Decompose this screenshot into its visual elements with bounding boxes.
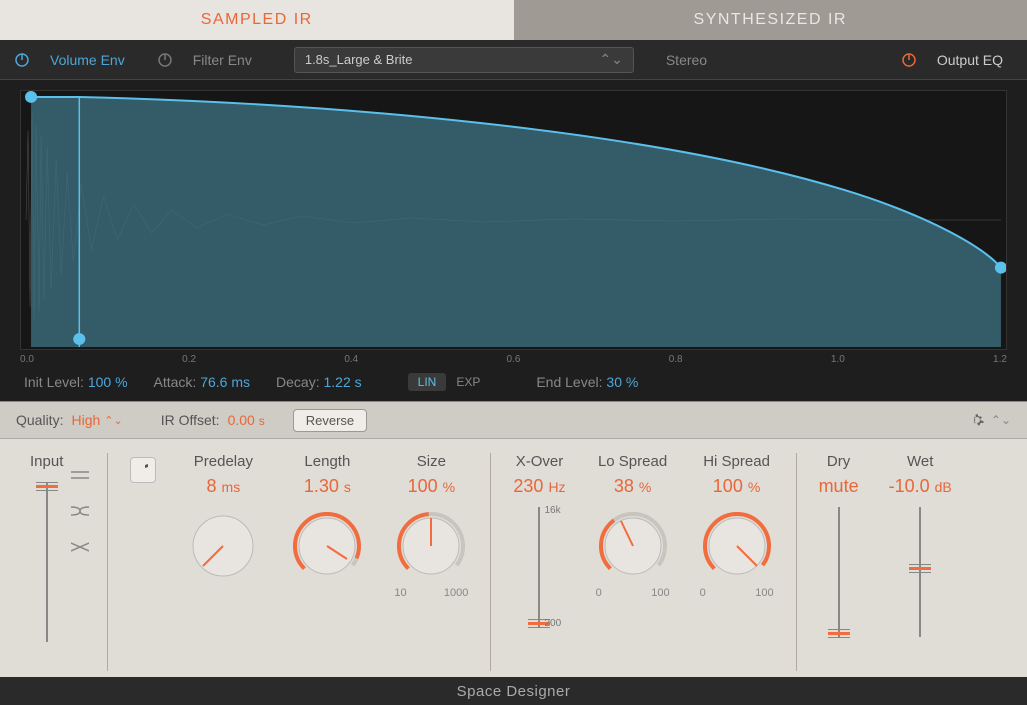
toolbar: Volume Env Filter Env 1.8s_Large & Brite… <box>0 40 1027 80</box>
dry-slider[interactable] <box>824 507 854 637</box>
input-slider[interactable] <box>32 482 62 642</box>
lospread-title: Lo Spread <box>598 453 667 470</box>
quality-select[interactable]: High⌃⌄ <box>71 412 122 428</box>
wet-title: Wet <box>907 453 933 470</box>
gear-icon <box>969 412 985 428</box>
output-eq-power-icon[interactable] <box>901 52 917 68</box>
settings-menu[interactable]: ⌃⌄ <box>969 412 1011 428</box>
ir-offset-label: IR Offset: <box>161 412 220 428</box>
predelay-knob[interactable] <box>186 509 260 583</box>
envelope-params: Init Level: 100 % Attack: 76.6 ms Decay:… <box>20 367 1007 395</box>
tab-sampled-ir[interactable]: SAMPLED IR <box>0 0 514 40</box>
tab-synthesized-ir[interactable]: SYNTHESIZED IR <box>514 0 1027 40</box>
xover-slider[interactable]: 16k 200 <box>524 507 554 627</box>
volume-env-power-icon[interactable] <box>14 52 30 68</box>
length-value[interactable]: 1.30 s <box>304 476 351 497</box>
envelope-graph[interactable] <box>20 90 1007 350</box>
cross-mode-icon[interactable] <box>71 541 89 553</box>
size-knob[interactable] <box>394 509 468 583</box>
ir-offset-value[interactable]: 0.00 s <box>228 412 265 428</box>
note-icon <box>137 463 149 477</box>
predelay-value[interactable]: 8 ms <box>207 476 241 497</box>
dry-value[interactable]: mute <box>819 476 859 497</box>
length-title: Length <box>304 453 350 470</box>
time-ruler: 0.00.20.40.60.81.01.2 <box>20 350 1007 367</box>
preset-select[interactable]: 1.8s_Large & Brite ⌃⌄ <box>294 47 634 73</box>
preset-value: 1.8s_Large & Brite <box>305 52 413 67</box>
xover-value[interactable]: 230 Hz <box>513 476 565 497</box>
wet-slider[interactable] <box>905 507 935 637</box>
chevron-down-icon: ⌃⌄ <box>991 413 1011 427</box>
lospread-value[interactable]: 38 % <box>614 476 652 497</box>
mid-bar: Quality: High⌃⌄ IR Offset: 0.00 s Revers… <box>0 401 1027 439</box>
hispread-title: Hi Spread <box>703 453 770 470</box>
hispread-knob[interactable] <box>700 509 774 583</box>
filter-env-power-icon[interactable] <box>157 52 173 68</box>
hispread-value[interactable]: 100 % <box>713 476 761 497</box>
stereo-label[interactable]: Stereo <box>656 48 717 72</box>
size-value[interactable]: 100 % <box>408 476 456 497</box>
attack-value[interactable]: 76.6 ms <box>200 374 250 390</box>
stereo-mode-icon[interactable] <box>71 469 89 481</box>
decay-value[interactable]: 1.22 s <box>324 374 362 390</box>
predelay-title: Predelay <box>194 453 253 470</box>
chevron-down-icon: ⌃⌄ <box>599 51 622 68</box>
reverse-button[interactable]: Reverse <box>293 409 367 432</box>
filter-env-button[interactable]: Filter Env <box>183 48 262 72</box>
end-level-value[interactable]: 30 % <box>606 374 638 390</box>
lin-button[interactable]: LIN <box>408 373 447 391</box>
xover-title: X-Over <box>516 453 564 470</box>
length-knob[interactable] <box>290 509 364 583</box>
init-level-value[interactable]: 100 % <box>88 374 128 390</box>
plugin-title: Space Designer <box>0 677 1027 705</box>
volume-env-button[interactable]: Volume Env <box>40 48 135 72</box>
output-eq-button[interactable]: Output EQ <box>927 48 1013 72</box>
tempo-sync-button[interactable] <box>130 457 156 483</box>
exp-button[interactable]: EXP <box>446 373 490 391</box>
lospread-knob[interactable] <box>596 509 670 583</box>
merge-mode-icon[interactable] <box>71 505 89 517</box>
dry-title: Dry <box>827 453 850 470</box>
size-title: Size <box>417 453 446 470</box>
quality-label: Quality: <box>16 412 63 428</box>
input-title: Input <box>30 453 63 470</box>
wet-value[interactable]: -10.0 dB <box>889 476 952 497</box>
